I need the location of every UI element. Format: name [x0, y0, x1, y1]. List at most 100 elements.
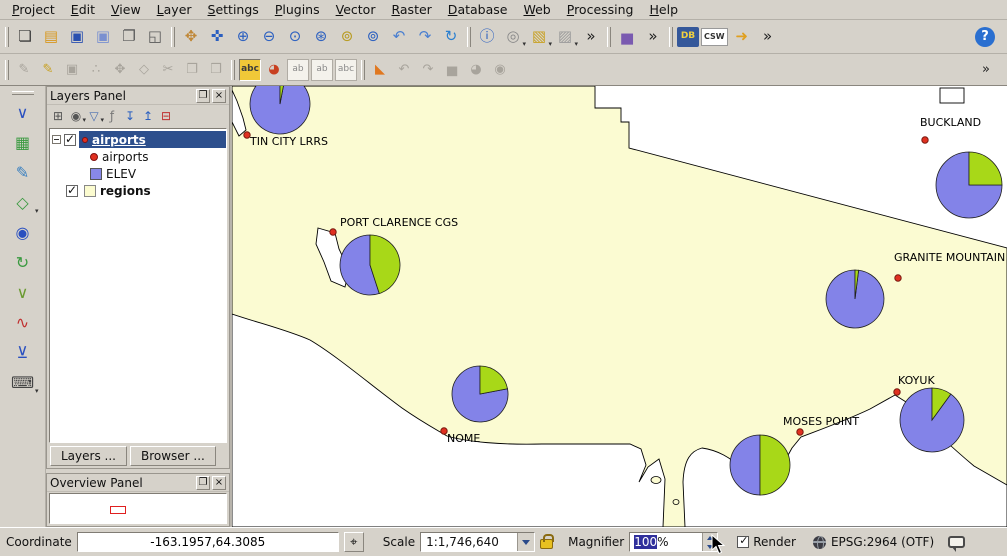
identify-features-icon[interactable]: ⓘ — [475, 25, 499, 49]
current-edits-icon[interactable]: ✎ — [13, 59, 35, 81]
toolbar-handle[interactable] — [361, 60, 365, 80]
collapse-all-icon[interactable]: ↥ — [139, 107, 157, 125]
menu-item[interactable]: Raster — [383, 0, 439, 19]
zoom-out-icon[interactable]: ⊖ — [257, 25, 281, 49]
toolbar-handle[interactable] — [669, 27, 673, 47]
menu-item[interactable]: Processing — [559, 0, 642, 19]
menu-item[interactable]: Vector — [328, 0, 384, 19]
toolbar-handle[interactable] — [467, 27, 471, 47]
statistics-icon[interactable]: ▅ — [615, 25, 639, 49]
messages-icon[interactable] — [948, 536, 965, 548]
grid-squares-icon[interactable]: ▦ — [8, 130, 38, 156]
layers-panel-tab[interactable]: Layers ... — [50, 446, 127, 466]
node-tool-icon[interactable]: ◇ — [133, 59, 155, 81]
menu-item[interactable]: Plugins — [267, 0, 328, 19]
toolbar-handle[interactable] — [5, 60, 9, 80]
plugin-chart-icon[interactable]: ▅ — [441, 59, 463, 81]
render-checkbox[interactable] — [737, 536, 749, 548]
magnifier-down-button[interactable] — [703, 542, 717, 551]
labeling-icon[interactable]: abc — [239, 59, 261, 81]
coordinate-input[interactable] — [77, 532, 339, 552]
scale-combobox[interactable]: 1:1,746,640 — [420, 532, 535, 552]
move-label-icon[interactable]: ab — [287, 59, 309, 81]
new-print-composer-icon[interactable]: ❐ — [117, 25, 141, 49]
zoom-last-icon[interactable]: ↶ — [387, 25, 411, 49]
pan-to-selection-icon[interactable]: ✜ — [205, 25, 229, 49]
scale-lock-icon[interactable] — [540, 539, 553, 549]
rotate-label-icon[interactable]: ab — [311, 59, 333, 81]
menu-item[interactable]: Web — [515, 0, 558, 19]
scale-dropdown-button[interactable] — [517, 533, 534, 551]
zoom-in-icon[interactable]: ⊕ — [231, 25, 255, 49]
menu-item[interactable]: Layer — [149, 0, 200, 19]
toolbar-overflow-icon[interactable]: » — [975, 59, 997, 81]
menu-item[interactable]: Project — [4, 0, 63, 19]
toolbar-handle[interactable] — [5, 27, 9, 47]
browser-panel-tab[interactable]: Browser ... — [130, 446, 216, 466]
toolbar-overflow-icon[interactable]: » — [756, 25, 780, 49]
digitize-point-icon[interactable]: ∴ — [85, 59, 107, 81]
toolbar-handle[interactable] — [231, 60, 235, 80]
layer-checkbox[interactable] — [66, 185, 78, 197]
float-panel-icon[interactable]: ❐ — [196, 89, 210, 103]
filter-expression-icon[interactable]: ƒ — [103, 107, 121, 125]
style-brush-icon[interactable]: ✎ — [8, 160, 38, 186]
toggle-editing-icon[interactable]: ✎ — [37, 59, 59, 81]
new-project-icon[interactable]: ❏ — [13, 25, 37, 49]
add-group-icon[interactable]: ⊞ — [49, 107, 67, 125]
plugin-globe-icon[interactable]: ◉ — [489, 59, 511, 81]
open-project-icon[interactable]: ▤ — [39, 25, 63, 49]
toolbar-handle[interactable] — [171, 27, 175, 47]
plugin-pie-icon[interactable]: ◕ — [465, 59, 487, 81]
map-canvas[interactable]: TIN CITY LRRSPORT CLARENCE CGSNOMEMOSES … — [232, 86, 1007, 527]
filter-legend-icon[interactable]: ▽ — [85, 107, 103, 125]
expander-icon[interactable] — [52, 135, 61, 144]
toolbar-overflow-icon[interactable]: » — [641, 25, 665, 49]
menu-item[interactable]: Settings — [200, 0, 267, 19]
metasearch-csw-icon[interactable]: CSW — [701, 28, 728, 46]
redo-icon[interactable]: ↷ — [417, 59, 439, 81]
close-panel-icon[interactable]: × — [212, 476, 226, 490]
layer-tree-row[interactable]: airports — [50, 131, 226, 148]
overview-map[interactable] — [49, 493, 227, 524]
pan-map-icon[interactable]: ✥ — [179, 25, 203, 49]
db-manager-icon[interactable]: DB — [677, 27, 699, 47]
zoom-to-selection-icon[interactable]: ⊚ — [335, 25, 359, 49]
toolbar-handle[interactable] — [607, 27, 611, 47]
layer-tree-row[interactable]: regions — [50, 182, 226, 199]
save-project-icon[interactable]: ▣ — [65, 25, 89, 49]
menu-item[interactable]: View — [103, 0, 149, 19]
zoom-full-extent-icon[interactable]: ⊛ — [309, 25, 333, 49]
cut-features-icon[interactable]: ✂ — [157, 59, 179, 81]
copy-features-icon[interactable]: ❐ — [181, 59, 203, 81]
layer-tree-row[interactable]: ELEV — [50, 165, 226, 182]
layer-tree-row[interactable]: airports — [50, 148, 226, 165]
menu-item[interactable]: Help — [642, 0, 687, 19]
composer-manager-icon[interactable]: ◱ — [143, 25, 167, 49]
change-label-icon[interactable]: abc — [335, 59, 357, 81]
cad-tools-icon[interactable]: ∨ — [8, 100, 38, 126]
toolbar-handle[interactable] — [12, 91, 34, 95]
float-panel-icon[interactable]: ❐ — [196, 476, 210, 490]
remove-layer-icon[interactable]: ⊟ — [157, 107, 175, 125]
python-console-icon[interactable]: ⌨ — [8, 370, 38, 396]
magnifier-up-button[interactable] — [703, 533, 717, 542]
run-feature-action-icon[interactable]: ◎ — [501, 25, 525, 49]
measure-icon[interactable]: ◣ — [369, 59, 391, 81]
menu-item[interactable]: Database — [440, 0, 516, 19]
layer-checkbox[interactable] — [64, 134, 76, 146]
save-edits-icon[interactable]: ▣ — [61, 59, 83, 81]
select-features-icon[interactable]: ▧ — [527, 25, 551, 49]
close-panel-icon[interactable]: × — [212, 89, 226, 103]
menu-item[interactable]: Edit — [63, 0, 103, 19]
globe-plugin-icon[interactable]: ◉ — [8, 220, 38, 246]
zoom-next-icon[interactable]: ↷ — [413, 25, 437, 49]
deselect-features-icon[interactable]: ▨ — [553, 25, 577, 49]
undo-icon[interactable]: ↶ — [393, 59, 415, 81]
save-project-as-icon[interactable]: ▣ — [91, 25, 115, 49]
refresh-plugin-icon[interactable]: ↻ — [8, 250, 38, 276]
diagram-icon[interactable]: ◕ — [263, 59, 285, 81]
coordinate-extent-toggle-icon[interactable]: ⌖ — [344, 532, 364, 552]
refresh-map-icon[interactable]: ↻ — [439, 25, 463, 49]
web-menu-icon[interactable]: ➜ — [730, 25, 754, 49]
